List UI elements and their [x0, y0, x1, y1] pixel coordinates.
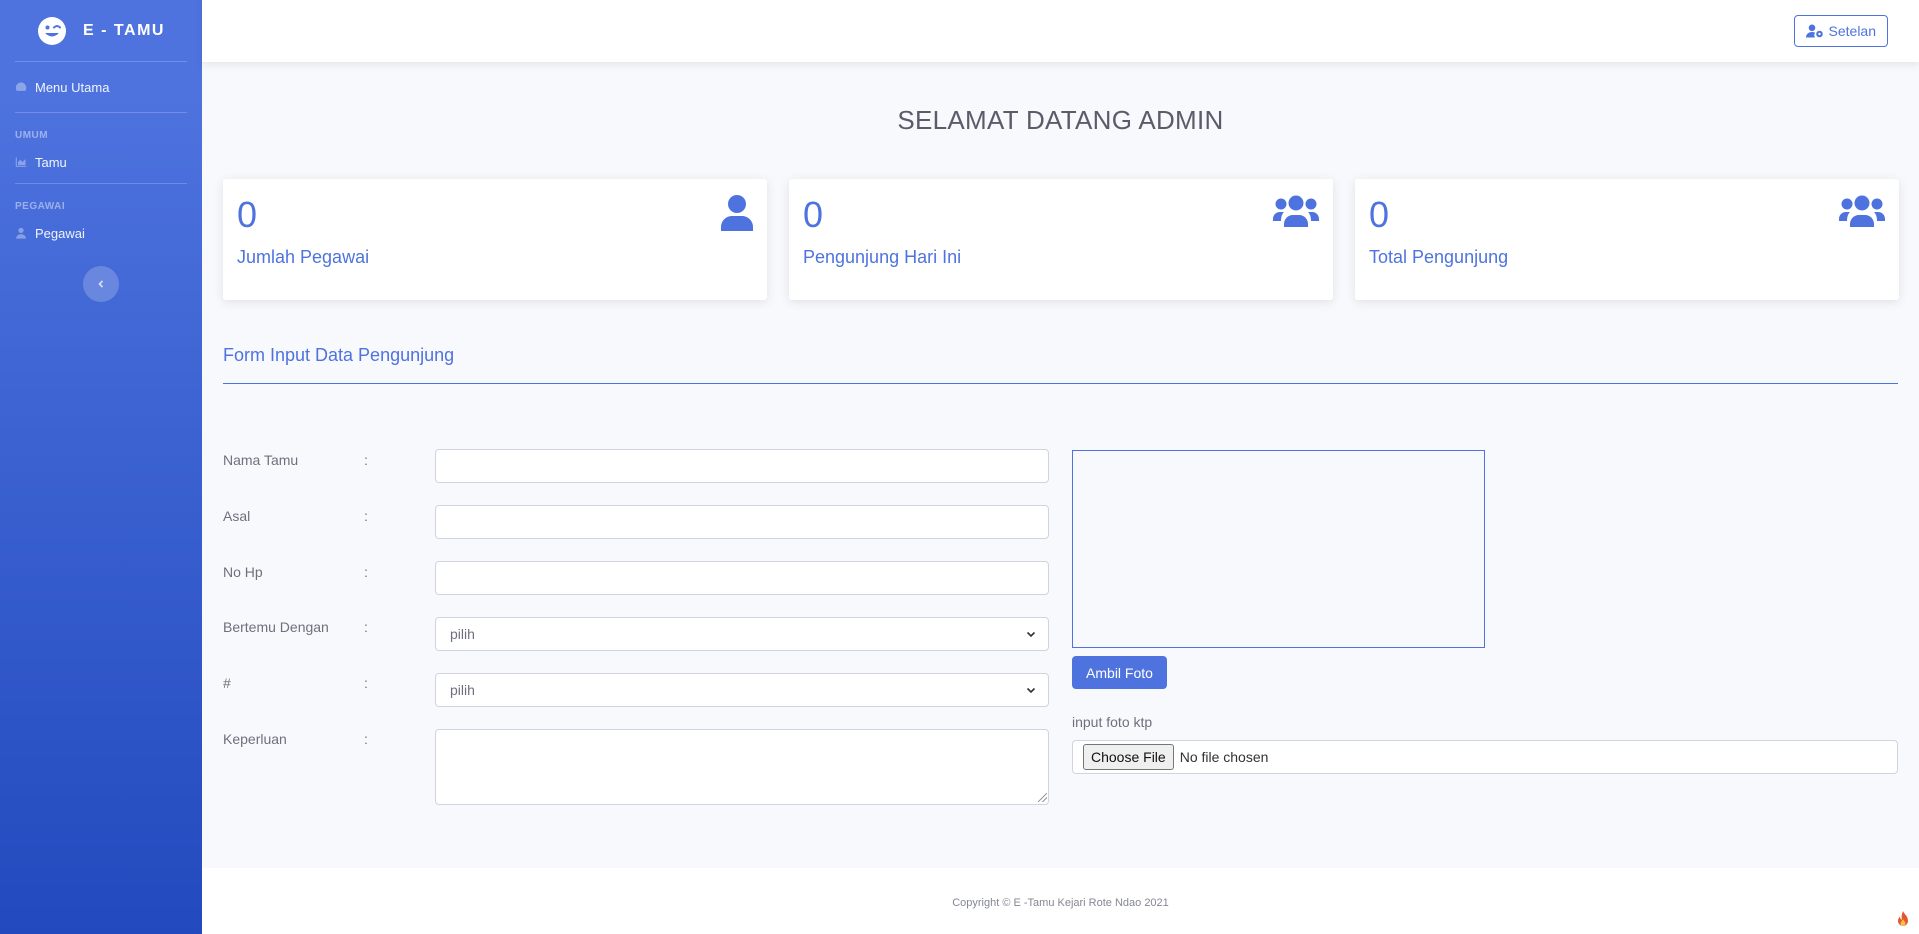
form-divider	[223, 383, 1898, 384]
form-title: Form Input Data Pengunjung	[223, 345, 455, 365]
stat-card-total-pengunjung: 0 Total Pengunjung	[1355, 179, 1899, 300]
tachometer-icon	[15, 82, 27, 91]
no-hp-input[interactable]	[435, 561, 1049, 595]
file-status: No file chosen	[1179, 749, 1269, 765]
camera-preview	[1072, 450, 1485, 648]
hash-label: #	[223, 675, 231, 691]
select-value: pilih	[450, 626, 475, 642]
choose-file-button[interactable]: Choose File	[1083, 744, 1174, 770]
sidebar-item-menu-utama[interactable]: Menu Utama	[0, 62, 202, 112]
card-value: 0	[1369, 194, 1390, 235]
sidebar-divider	[15, 183, 187, 184]
sidebar-item-tamu[interactable]: Tamu	[0, 141, 202, 183]
field-colon: :	[364, 564, 368, 580]
sidebar-toggle-button[interactable]	[83, 266, 119, 302]
sidebar-brand[interactable]: E - TAMU	[0, 0, 202, 61]
hash-select[interactable]: pilih	[435, 673, 1049, 707]
sidebar: E - TAMU Menu Utama UMUM Tamu PEGAWAI Pe…	[0, 0, 202, 934]
sidebar-heading-umum: UMUM	[15, 130, 49, 141]
chart-area-icon	[15, 157, 27, 167]
chevron-down-icon	[1026, 631, 1036, 638]
ambil-foto-button[interactable]: Ambil Foto	[1072, 656, 1167, 689]
settings-button[interactable]: Setelan	[1793, 15, 1888, 47]
field-colon: :	[364, 619, 368, 635]
brand-name: E - TAMU	[83, 22, 165, 39]
nama-tamu-label: Nama Tamu	[223, 452, 299, 468]
field-colon: :	[364, 675, 368, 691]
page-title: SELAMAT DATANG ADMIN	[897, 105, 1224, 135]
sidebar-item-label: Menu Utama	[35, 79, 110, 95]
nama-tamu-input[interactable]	[435, 449, 1049, 483]
users-icon	[1839, 195, 1885, 227]
field-colon: :	[364, 452, 368, 468]
keperluan-textarea[interactable]	[435, 729, 1049, 805]
field-colon: :	[364, 508, 368, 524]
field-colon: :	[364, 731, 368, 747]
bertemu-dengan-label: Bertemu Dengan	[223, 619, 329, 635]
sidebar-heading-pegawai: PEGAWAI	[15, 201, 66, 212]
select-value: pilih	[450, 682, 475, 698]
card-label: Total Pengunjung	[1369, 247, 1509, 267]
sidebar-item-pegawai[interactable]: Pegawai	[0, 212, 202, 254]
no-hp-label: No Hp	[223, 564, 263, 580]
card-label: Jumlah Pegawai	[237, 247, 370, 267]
card-label: Pengunjung Hari Ini	[803, 247, 962, 267]
grin-wink-icon	[38, 17, 67, 45]
asal-label: Asal	[223, 508, 251, 524]
sidebar-item-label: Tamu	[35, 154, 67, 170]
card-value: 0	[237, 194, 258, 235]
asal-input[interactable]	[435, 505, 1049, 539]
copyright-text: Copyright © E -Tamu Kejari Rote Ndao 202…	[952, 897, 1169, 909]
ktp-file-input[interactable]: Choose File No file chosen	[1072, 740, 1898, 774]
fire-icon[interactable]	[1895, 910, 1911, 928]
chevron-left-icon	[98, 280, 104, 288]
card-value: 0	[803, 194, 824, 235]
keperluan-label: Keperluan	[223, 731, 287, 747]
users-icon	[1273, 195, 1319, 227]
footer: Copyright © E -Tamu Kejari Rote Ndao 202…	[202, 868, 1919, 934]
user-icon	[16, 227, 26, 239]
stat-card-pengunjung-hari-ini: 0 Pengunjung Hari Ini	[789, 179, 1333, 300]
sidebar-item-label: Pegawai	[35, 225, 85, 241]
sidebar-divider	[15, 112, 187, 113]
chevron-down-icon	[1026, 687, 1036, 694]
ktp-file-label: input foto ktp	[1072, 714, 1153, 730]
settings-label: Setelan	[1828, 23, 1876, 39]
user-cog-icon	[1805, 24, 1823, 38]
stat-card-jumlah-pegawai: 0 Jumlah Pegawai	[223, 179, 767, 300]
user-icon	[721, 195, 753, 231]
topbar: Setelan	[202, 0, 1919, 62]
textarea-resize-handle[interactable]	[1038, 793, 1047, 802]
bertemu-dengan-select[interactable]: pilih	[435, 617, 1049, 651]
